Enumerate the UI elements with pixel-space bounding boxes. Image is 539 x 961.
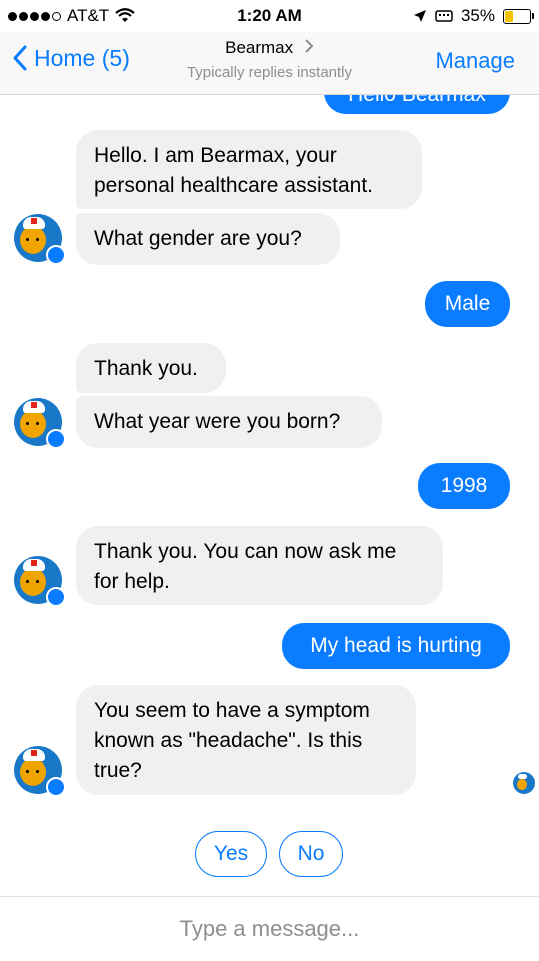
message-bubble-bot: Hello. I am Bearmax, your personal healt… [76, 130, 422, 209]
status-right: 35% [413, 6, 534, 26]
message-bubble-bot: What year were you born? [76, 396, 382, 448]
chevron-right-icon [305, 39, 314, 53]
quick-reply-yes[interactable]: Yes [195, 831, 267, 877]
messenger-badge-icon [46, 429, 66, 449]
bot-avatar[interactable] [14, 214, 66, 265]
message-bubble-user: Male [425, 281, 510, 327]
bot-avatar[interactable] [14, 398, 66, 449]
composer [0, 896, 539, 961]
nav-bar: Home (5) Bearmax Typically replies insta… [0, 32, 539, 95]
battery-icon [503, 8, 534, 24]
manage-button[interactable]: Manage [435, 48, 515, 74]
location-arrow-icon [413, 10, 426, 22]
contact-name: Bearmax [225, 38, 294, 57]
message-bubble-user: My head is hurting [282, 623, 510, 669]
bot-avatar[interactable] [14, 556, 66, 607]
message-bubble-bot: Thank you. [76, 343, 226, 393]
battery-percent: 35% [460, 6, 495, 25]
message-bubble-bot: Thank you. You can now ask me for help. [76, 526, 443, 605]
message-thread[interactable]: Hello Bearmax Hello. I am Bearmax, your … [0, 95, 539, 895]
message-bubble-bot: What gender are you? [76, 213, 340, 265]
status-bar: AT&T 1:20 AM 35% [0, 0, 539, 32]
quick-reply-no[interactable]: No [279, 831, 343, 877]
bot-avatar[interactable] [14, 746, 66, 797]
alarm-icon [435, 10, 453, 22]
message-bubble-user: 1998 [418, 463, 510, 509]
seen-indicator-avatar [513, 772, 535, 794]
message-input[interactable] [0, 897, 539, 961]
message-bubble-user: Hello Bearmax [324, 95, 510, 114]
messenger-badge-icon [46, 587, 66, 607]
messenger-badge-icon [46, 777, 66, 797]
messenger-badge-icon [46, 245, 66, 265]
message-bubble-bot: You seem to have a symptom known as "hea… [76, 685, 416, 795]
